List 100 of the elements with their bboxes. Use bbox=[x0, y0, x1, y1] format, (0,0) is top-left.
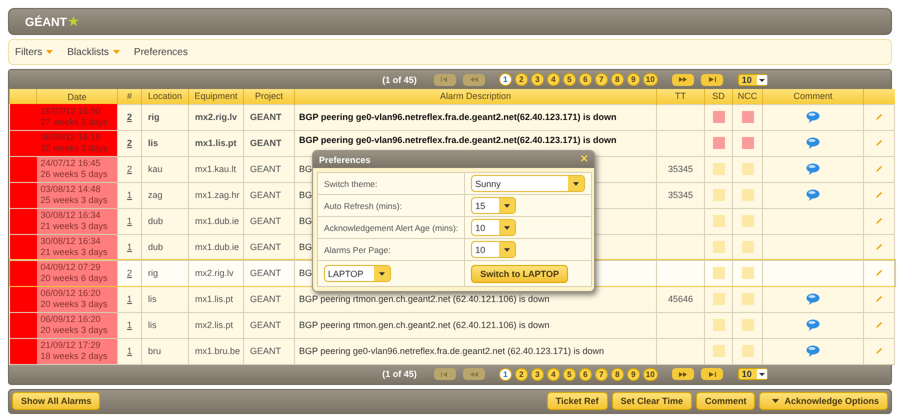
first-page-button[interactable] bbox=[434, 74, 456, 86]
count-link[interactable]: 1 bbox=[126, 190, 132, 200]
column-header[interactable]: NCC bbox=[732, 89, 762, 104]
column-header[interactable]: Comment bbox=[762, 89, 864, 104]
dropdown-field[interactable]: 15 bbox=[471, 197, 516, 214]
page-button[interactable]: 7 bbox=[594, 368, 608, 380]
severity-flag bbox=[10, 286, 36, 312]
table-cell: kau bbox=[142, 156, 188, 182]
count-link[interactable]: 2 bbox=[126, 112, 132, 122]
alarm-row[interactable]: 06/09/12 16:20 20 weeks 3 days 1 lis mx2.lis.pt GEANT BGP peering rtmon.gen.ch.geant2.net (62.40.121.106) is down bbox=[10, 312, 894, 338]
dropdown-field[interactable]: 10 bbox=[471, 241, 516, 258]
first-icon bbox=[440, 372, 449, 376]
alarm-row[interactable]: 06/09/12 16:20 20 weeks 3 days 1 lis mx1.lis.pt GEANT BGP peering rtmon.gen.ch.geant2.net (62.40.121.106) is down 45646 bbox=[10, 286, 894, 312]
count-link[interactable]: 1 bbox=[126, 216, 132, 226]
first-page-button[interactable] bbox=[434, 368, 456, 380]
tt-cell: 35345 bbox=[656, 156, 704, 182]
count-link[interactable]: 2 bbox=[126, 268, 132, 278]
page-button[interactable]: 8 bbox=[610, 368, 624, 380]
next-page-button[interactable] bbox=[672, 74, 694, 86]
first-icon bbox=[440, 77, 449, 82]
footer-button[interactable]: Acknowledge Options bbox=[759, 392, 888, 410]
switch-button[interactable]: Switch to LAPTOP bbox=[471, 264, 568, 282]
footer-button[interactable]: Set Clear Time bbox=[612, 392, 692, 410]
count-link[interactable]: 1 bbox=[126, 294, 132, 304]
pencil-icon[interactable] bbox=[875, 347, 883, 355]
per-page-select[interactable]: 10 bbox=[738, 368, 768, 380]
column-header[interactable]: SD bbox=[704, 89, 732, 104]
footer-button[interactable]: Comment bbox=[696, 392, 756, 410]
speech-bubble-icon bbox=[806, 189, 820, 201]
alarm-row[interactable]: 21/09/12 17:29 18 weeks 2 days 1 bru mx1.bru.be GEANT BGP peering ge0-vlan96.netreflex.fra.de.geant2.net (62.40.123.171) is down bbox=[10, 338, 894, 364]
pencil-icon[interactable] bbox=[875, 165, 883, 173]
page-button[interactable]: 5 bbox=[562, 368, 576, 380]
page-button[interactable]: 4 bbox=[546, 73, 560, 86]
last-page-button[interactable] bbox=[700, 74, 723, 86]
page-button[interactable]: 10 bbox=[642, 73, 658, 86]
column-header[interactable]: Date bbox=[36, 89, 118, 104]
footer-button[interactable]: Show All Alarms bbox=[12, 392, 100, 410]
last-icon bbox=[708, 372, 716, 376]
last-page-button[interactable] bbox=[700, 368, 723, 380]
menu-item[interactable]: Blacklists bbox=[67, 46, 120, 58]
caret-icon bbox=[504, 248, 510, 252]
pencil-icon[interactable] bbox=[875, 295, 883, 303]
count-link[interactable]: 2 bbox=[126, 164, 132, 174]
pencil-icon[interactable] bbox=[875, 139, 883, 147]
page-button[interactable]: 6 bbox=[578, 368, 592, 380]
column-header[interactable]: Project bbox=[244, 89, 294, 104]
page-button[interactable]: 10 bbox=[642, 368, 658, 380]
page-button[interactable]: 3 bbox=[530, 368, 544, 380]
date-cell: 06/09/12 16:19 20 weeks 3 days bbox=[36, 130, 118, 156]
page-button[interactable]: 9 bbox=[626, 73, 640, 86]
count-link[interactable]: 1 bbox=[126, 346, 132, 356]
previous-icon bbox=[470, 77, 478, 82]
page-button[interactable]: 9 bbox=[626, 368, 640, 380]
pencil-icon[interactable] bbox=[875, 191, 883, 199]
date-cell: 03/08/12 14:48 25 weeks 3 days bbox=[36, 182, 118, 208]
pencil-icon[interactable] bbox=[875, 243, 883, 251]
per-page-select[interactable]: 10 bbox=[738, 74, 768, 86]
field-label: Switch theme: bbox=[318, 172, 465, 194]
column-header[interactable]: Alarm Description bbox=[294, 89, 656, 104]
dropdown-field[interactable]: LAPTOP bbox=[324, 265, 391, 282]
page-button[interactable]: 2 bbox=[514, 73, 528, 86]
page-button[interactable]: 7 bbox=[594, 73, 608, 86]
dropdown-icon bbox=[756, 74, 767, 84]
dropdown-field[interactable]: Sunny bbox=[471, 175, 586, 192]
previous-page-button[interactable] bbox=[462, 74, 485, 86]
count-link[interactable]: 2 bbox=[126, 138, 132, 148]
page-button[interactable]: 4 bbox=[546, 368, 560, 380]
page-button[interactable]: 8 bbox=[610, 73, 624, 86]
column-header[interactable]: Location bbox=[142, 89, 188, 104]
previous-page-button[interactable] bbox=[462, 368, 485, 380]
tt-cell: 35345 bbox=[656, 182, 704, 208]
page-button[interactable]: 3 bbox=[530, 73, 544, 86]
pencil-icon[interactable] bbox=[875, 321, 883, 329]
date-cell: 24/07/12 16:45 26 weeks 5 days bbox=[36, 156, 118, 182]
footer-button[interactable]: Ticket Ref bbox=[546, 392, 608, 410]
column-header[interactable]: Equipment bbox=[188, 89, 244, 104]
menu-item[interactable]: Filters bbox=[15, 46, 54, 58]
last-icon bbox=[708, 77, 716, 82]
page-button[interactable]: 5 bbox=[562, 73, 576, 86]
page-button[interactable]: 6 bbox=[578, 73, 592, 86]
field-label: Alarms Per Page: bbox=[318, 238, 465, 260]
pencil-icon[interactable] bbox=[875, 269, 883, 277]
alarm-row[interactable]: 19/07/12 16:50 27 weeks 3 days 2 rig mx2.rig.lv GEANT BGP peering ge0-vlan96.netreflex.fra.de.geant2.net(62.40.123.171) is down bbox=[10, 104, 894, 130]
dialog-title: Preferences bbox=[319, 154, 371, 164]
menu-item[interactable]: Preferences bbox=[134, 46, 188, 58]
description-cell: BGP peering ge0-vlan96.netreflex.fra.de.geant2.net (62.40.123.171) is down bbox=[294, 338, 656, 364]
page-button[interactable]: 1 bbox=[498, 73, 512, 86]
next-page-button[interactable] bbox=[672, 368, 694, 380]
severity-flag bbox=[10, 182, 36, 208]
page-button[interactable]: 1 bbox=[498, 368, 512, 380]
next-icon bbox=[678, 77, 687, 82]
dropdown-field[interactable]: 10 bbox=[471, 219, 516, 236]
count-link[interactable]: 1 bbox=[126, 242, 132, 252]
count-link[interactable]: 1 bbox=[126, 320, 132, 330]
page-button[interactable]: 2 bbox=[514, 368, 528, 380]
pencil-icon[interactable] bbox=[875, 217, 883, 225]
table-cell: GEANT bbox=[244, 130, 294, 156]
column-header[interactable]: TT bbox=[656, 89, 704, 104]
pencil-icon[interactable] bbox=[875, 113, 883, 121]
column-header[interactable]: # bbox=[118, 89, 142, 104]
